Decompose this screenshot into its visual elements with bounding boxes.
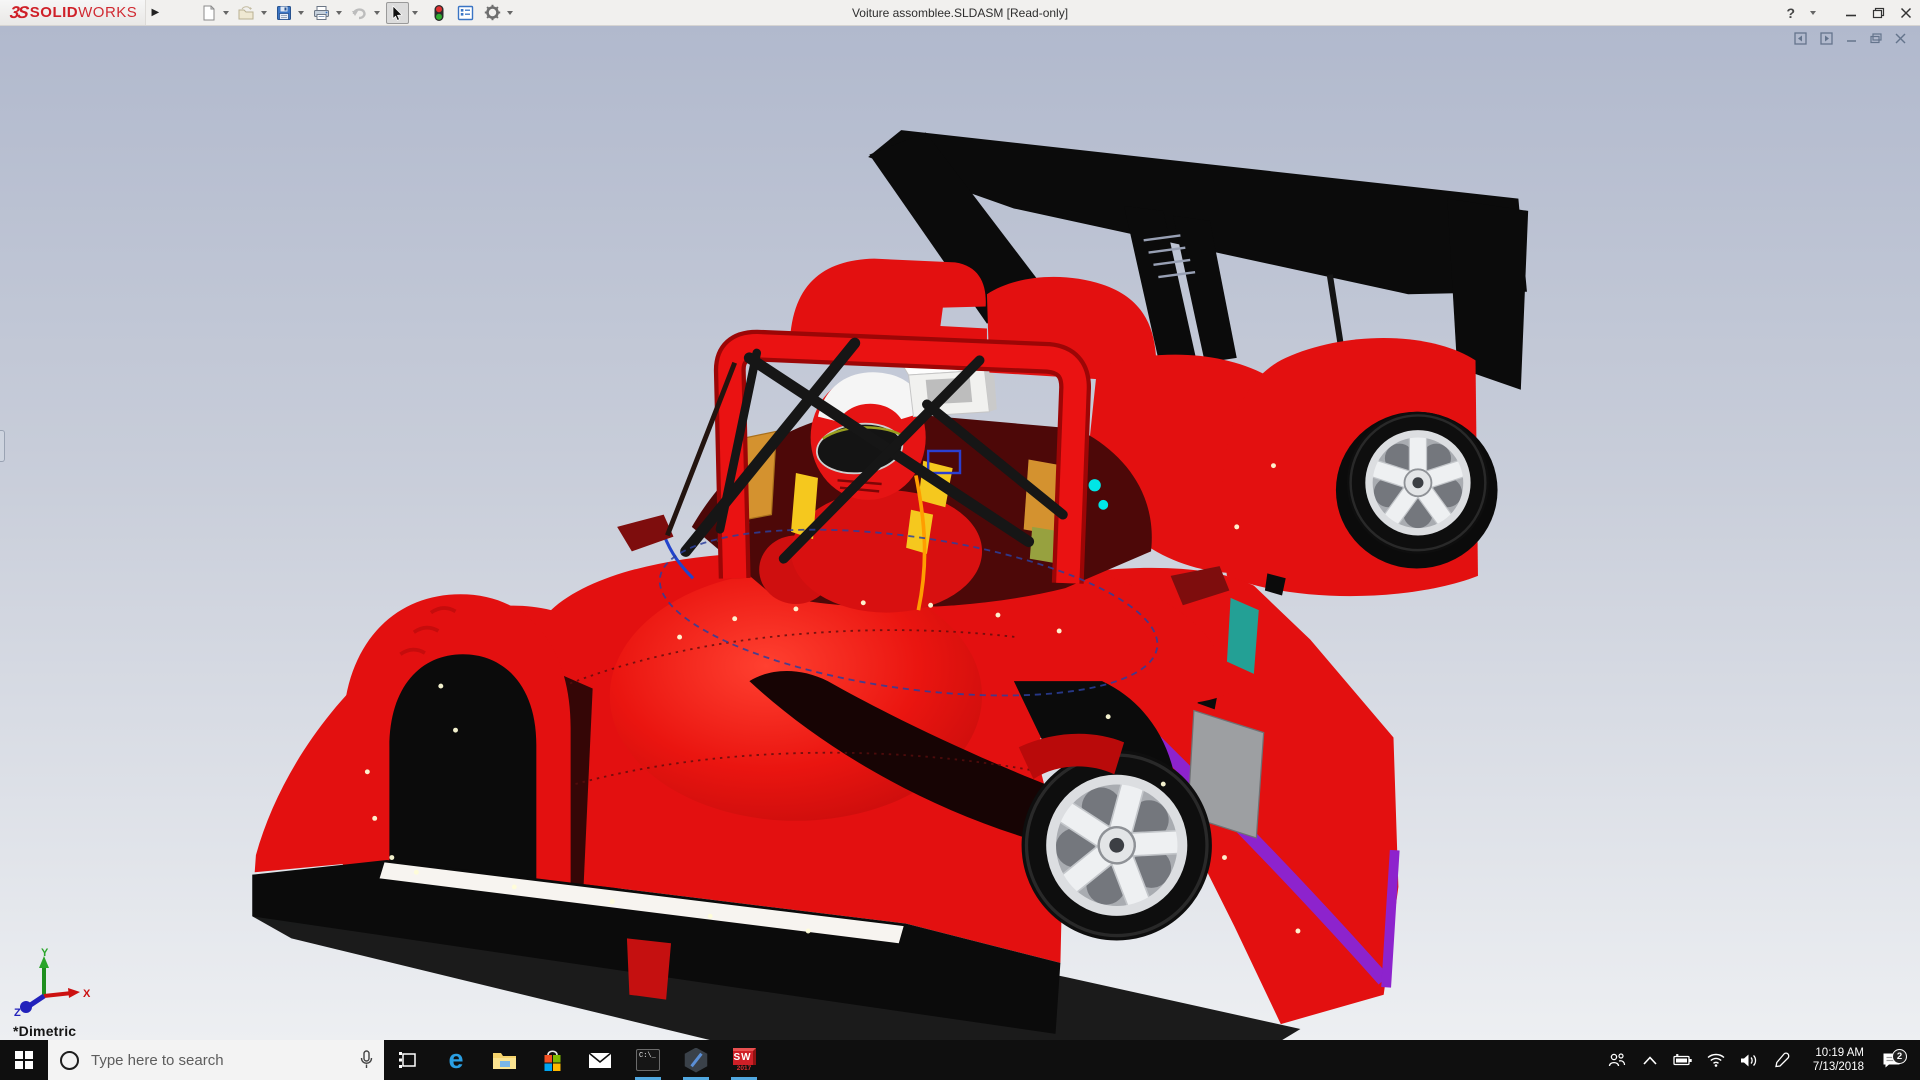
- doc-restore-button[interactable]: [1870, 33, 1882, 44]
- undo-caret[interactable]: [374, 11, 380, 15]
- select-tool-caret[interactable]: [412, 11, 418, 15]
- triad-y-label: Y: [41, 948, 49, 959]
- pane-previous-button[interactable]: [1794, 32, 1807, 45]
- orientation-triad: Y X Z: [6, 948, 98, 1018]
- front-left-fender: [343, 594, 571, 904]
- close-button[interactable]: [1900, 7, 1912, 19]
- search-input[interactable]: [91, 1052, 359, 1069]
- undo-icon: [351, 5, 368, 21]
- triad-z-label: Z: [14, 1007, 21, 1018]
- save-caret[interactable]: [298, 11, 304, 15]
- cortana-icon: [60, 1051, 79, 1070]
- file-explorer-button[interactable]: [480, 1040, 528, 1080]
- system-tray: 10:19 AM 7/13/2018 2: [1600, 1040, 1920, 1080]
- file-explorer-icon: [492, 1050, 517, 1071]
- solidworks-logo: 3S SOLIDWORKS: [0, 0, 146, 25]
- solidworks-app-button[interactable]: SW 2017: [720, 1040, 768, 1080]
- select-cursor-icon: [390, 5, 405, 21]
- restore-icon: [1872, 7, 1885, 19]
- panel-splitter-handle[interactable]: [0, 430, 5, 462]
- help-caret[interactable]: [1810, 11, 1816, 15]
- select-tool-button[interactable]: [386, 2, 409, 24]
- microphone-icon[interactable]: [359, 1050, 374, 1070]
- options-list-button[interactable]: [454, 1, 477, 25]
- rebuild-button[interactable]: [430, 1, 448, 25]
- new-document-button[interactable]: [198, 1, 220, 25]
- pen-icon[interactable]: [1765, 1052, 1798, 1068]
- close-icon: [1900, 7, 1912, 19]
- task-view-button[interactable]: [384, 1040, 432, 1080]
- mail-icon: [588, 1051, 612, 1070]
- traffic-light-icon: [433, 4, 445, 22]
- doc-close-button[interactable]: [1895, 33, 1906, 44]
- edge-button[interactable]: e: [432, 1040, 480, 1080]
- store-button[interactable]: [528, 1040, 576, 1080]
- solidworks-2017-icon: SW 2017: [733, 1048, 756, 1073]
- people-icon[interactable]: [1600, 1052, 1633, 1068]
- restore-button[interactable]: [1872, 7, 1885, 19]
- windows-logo-icon: [15, 1051, 33, 1069]
- tray-expand-chevron[interactable]: [1633, 1056, 1666, 1065]
- new-document-icon: [201, 5, 217, 21]
- help-button[interactable]: ?: [1786, 5, 1795, 21]
- print-icon: [313, 5, 330, 21]
- print-caret[interactable]: [336, 11, 342, 15]
- open-button[interactable]: [235, 1, 258, 25]
- rear-wheel: [1347, 412, 1489, 554]
- mail-button[interactable]: [576, 1040, 624, 1080]
- left-side-mirror: [617, 515, 673, 552]
- clock-date: 7/13/2018: [1798, 1060, 1864, 1074]
- taskbar-clock[interactable]: 10:19 AM 7/13/2018: [1798, 1046, 1868, 1074]
- window-controls: ?: [1786, 0, 1912, 26]
- solidworks-logo-icon: 3S: [9, 3, 29, 23]
- new-document-caret[interactable]: [223, 11, 229, 15]
- taskbar-search[interactable]: [48, 1040, 384, 1080]
- properties-list-icon: [457, 5, 474, 21]
- hexagon-app-icon: [684, 1048, 709, 1073]
- triad-x-label: X: [83, 988, 91, 1000]
- print-button[interactable]: [310, 1, 333, 25]
- save-button[interactable]: [273, 1, 295, 25]
- view-orientation-label: *Dimetric: [13, 1023, 76, 1039]
- speaker-icon[interactable]: [1732, 1053, 1765, 1068]
- settings-button[interactable]: [481, 1, 504, 25]
- notification-badge: 2: [1892, 1049, 1907, 1064]
- clock-time: 10:19 AM: [1798, 1046, 1864, 1060]
- open-caret[interactable]: [261, 11, 267, 15]
- hexagon-app-button[interactable]: [672, 1040, 720, 1080]
- task-view-icon: [397, 1049, 419, 1071]
- menu-expand-arrow[interactable]: ▶: [146, 0, 164, 25]
- quick-access-toolbar: [198, 0, 519, 25]
- race-car-model[interactable]: [0, 26, 1920, 1040]
- action-center-button[interactable]: 2: [1868, 1052, 1914, 1069]
- undo-button[interactable]: [348, 1, 371, 25]
- pane-next-button[interactable]: [1820, 32, 1833, 45]
- driver-torso: [791, 490, 982, 612]
- brand-solid: SOLID: [30, 4, 78, 21]
- command-prompt-button[interactable]: C:\_: [624, 1040, 672, 1080]
- store-icon: [541, 1049, 564, 1072]
- minimize-button[interactable]: [1845, 7, 1857, 19]
- battery-icon[interactable]: [1666, 1054, 1699, 1067]
- titlebar: Voiture assomblee.SLDASM [Read-only] 3S …: [0, 0, 1920, 26]
- windows-taskbar: e C:\_: [0, 1040, 1920, 1080]
- start-button[interactable]: [0, 1040, 48, 1080]
- save-floppy-icon: [276, 5, 292, 21]
- gear-icon: [484, 4, 501, 21]
- document-window-controls: [1794, 32, 1906, 45]
- settings-caret[interactable]: [507, 11, 513, 15]
- brand-works: WORKS: [78, 4, 137, 21]
- command-prompt-icon: C:\_: [636, 1049, 660, 1071]
- doc-minimize-button[interactable]: [1846, 33, 1857, 44]
- edge-icon: e: [448, 1046, 463, 1073]
- wifi-icon[interactable]: [1699, 1053, 1732, 1067]
- taskbar-apps: e C:\_: [384, 1040, 768, 1080]
- minimize-icon: [1845, 7, 1857, 19]
- open-folder-icon: [238, 5, 255, 21]
- graphics-viewport[interactable]: Y X Z *Dimetric: [0, 26, 1920, 1040]
